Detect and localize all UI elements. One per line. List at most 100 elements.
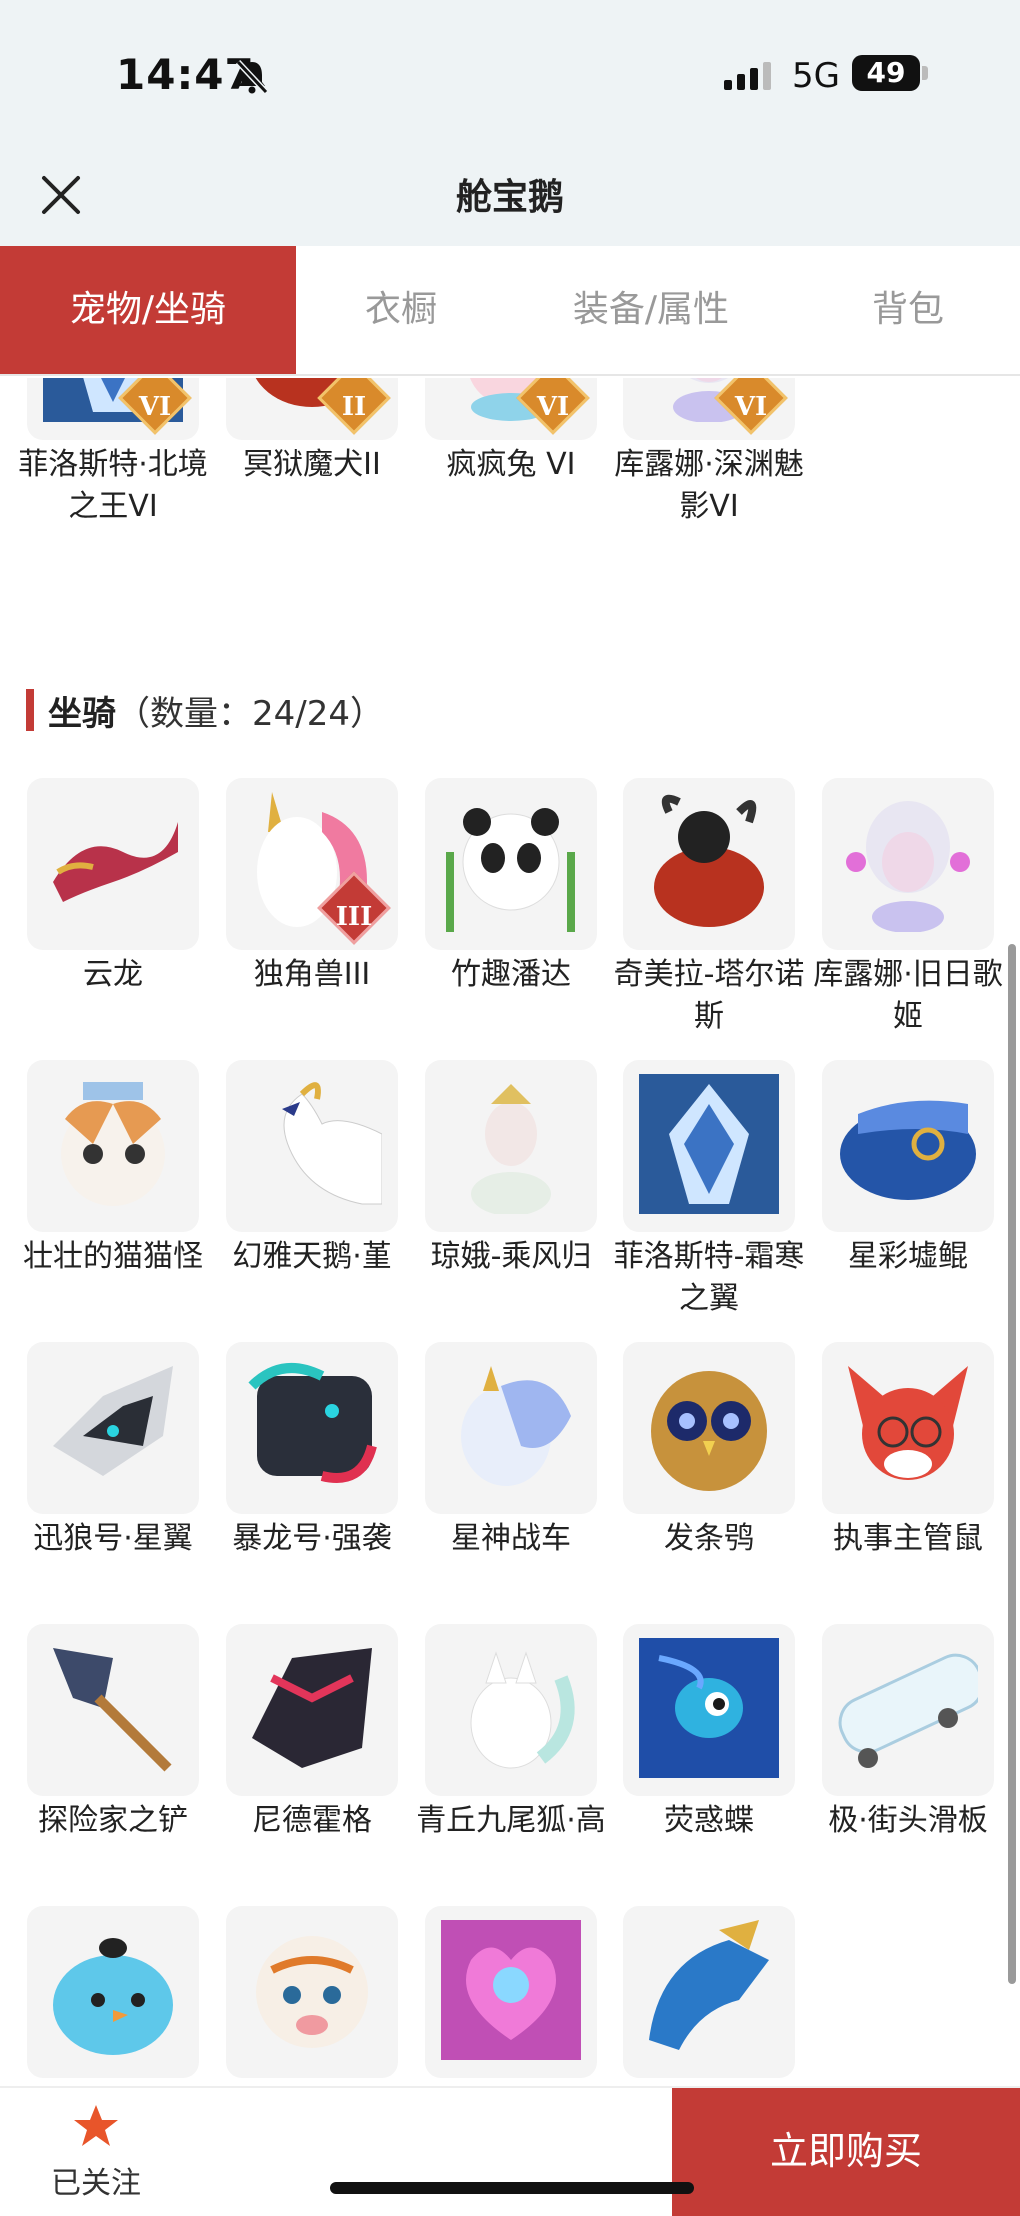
mounts-thumbnail: III xyxy=(226,778,398,950)
mounts-item[interactable]: 迅狼号·星翼 xyxy=(27,1342,199,1560)
mounts-item[interactable]: 幻雅天鹅·堇 xyxy=(226,1060,398,1278)
mounts-item[interactable]: 极·街头滑板 xyxy=(822,1624,994,1842)
bell-muted-icon xyxy=(235,59,269,95)
battery-cap xyxy=(922,66,928,80)
dark-dragon-icon xyxy=(242,1638,382,1778)
mounts-item[interactable]: 探险家之铲 xyxy=(27,1624,199,1842)
mounts-thumbnail xyxy=(623,1624,795,1796)
follow-button[interactable]: 已关注 xyxy=(36,2102,156,2202)
mounts-thumbnail xyxy=(425,1624,597,1796)
whale-icon xyxy=(838,1074,978,1214)
follow-label: 已关注 xyxy=(51,2166,141,2201)
mounts-name: 尼德霍格 xyxy=(252,1803,372,1838)
mounts-thumbnail xyxy=(27,1060,199,1232)
mounts-thumbnail xyxy=(27,1906,199,2078)
mounts-item[interactable]: 执事主管鼠 xyxy=(822,1342,994,1560)
mounts-name: 星彩墟鲲 xyxy=(848,1239,968,1274)
section-accent-bar xyxy=(26,689,34,731)
mounts-thumbnail xyxy=(822,778,994,950)
bottom-bar: 已关注 立即购买 xyxy=(0,2086,1020,2216)
skateboard-icon xyxy=(838,1638,978,1778)
mounts-thumbnail xyxy=(623,1060,795,1232)
mounts-thumbnail xyxy=(27,1624,199,1796)
mounts-thumbnail xyxy=(425,1342,597,1514)
mounts-thumbnail xyxy=(425,1906,597,2078)
pets-item[interactable]: VI 菲洛斯特·北境之王VI xyxy=(18,378,208,528)
rank-label: VI xyxy=(138,392,172,422)
mounts-thumbnail xyxy=(623,1906,795,2078)
mech-dino-icon xyxy=(242,1356,382,1496)
mounts-name: 菲洛斯特-霜寒之翼 xyxy=(613,1239,805,1316)
tiger-icon xyxy=(242,1920,382,2060)
mounts-thumbnail xyxy=(822,1060,994,1232)
page-title: 舱宝鹅 xyxy=(455,177,564,218)
mounts-name: 迅狼号·星翼 xyxy=(33,1521,193,1556)
mounts-item[interactable]: III 独角兽III xyxy=(226,778,398,996)
pets-name: 冥狱魔犬II xyxy=(243,447,381,482)
mounts-name: 竹趣潘达 xyxy=(451,957,571,992)
mounts-item[interactable]: 尼德霍格 xyxy=(226,1624,398,1842)
mounts-item[interactable] xyxy=(623,1906,795,2082)
pets-thumbnail: VI xyxy=(27,378,199,440)
chimera-icon xyxy=(639,792,779,932)
pets-item[interactable]: VI 疯疯兔 VI xyxy=(425,378,597,486)
butler-mouse-icon xyxy=(838,1356,978,1496)
mounts-item[interactable]: 发条鸮 xyxy=(623,1342,795,1560)
blue-dragon-icon xyxy=(639,1920,779,2060)
mounts-name: 星神战车 xyxy=(451,1521,571,1556)
mounts-item[interactable]: 竹趣潘达 xyxy=(425,778,597,996)
mounts-item[interactable]: 荧惑蝶 xyxy=(623,1624,795,1842)
owl-icon xyxy=(639,1356,779,1496)
shovel-icon xyxy=(43,1638,183,1778)
fox-icon xyxy=(441,1638,581,1778)
buy-now-button[interactable]: 立即购买 xyxy=(672,2088,1020,2216)
star-horse-icon xyxy=(441,1356,581,1496)
butterfly-icon xyxy=(639,1638,779,1778)
mounts-item[interactable] xyxy=(425,1906,597,2082)
tab-pets-mounts[interactable]: 宠物/坐骑 xyxy=(0,246,296,374)
pets-item[interactable]: II 冥狱魔犬II xyxy=(226,378,398,486)
mounts-item[interactable]: 壮壮的猫猫怪 xyxy=(23,1060,203,1278)
mounts-thumbnail xyxy=(822,1342,994,1514)
rank-label: VI xyxy=(536,392,570,422)
mounts-item[interactable]: 暴龙号·强袭 xyxy=(226,1342,398,1560)
siren-icon xyxy=(838,792,978,932)
mounts-name: 极·街头滑板 xyxy=(828,1803,988,1838)
mounts-thumbnail xyxy=(226,1342,398,1514)
rank-label: II xyxy=(341,392,367,422)
pets-thumbnail: VI xyxy=(425,378,597,440)
section-title: 坐骑 xyxy=(48,693,116,734)
pets-item[interactable]: VI 库露娜·深渊魅影VI xyxy=(614,378,804,528)
mounts-thumbnail xyxy=(425,778,597,950)
status-bar: 14:47 5G 49 xyxy=(0,0,1020,150)
section-count: （数量：24/24） xyxy=(116,693,384,734)
battery-icon: 49 xyxy=(852,55,920,91)
mounts-item[interactable]: 星彩墟鲲 xyxy=(822,1060,994,1278)
mounts-item[interactable] xyxy=(226,1906,398,2082)
mounts-item[interactable]: 星神战车 xyxy=(425,1342,597,1560)
mounts-item[interactable]: 云龙 xyxy=(27,778,199,996)
mounts-item[interactable]: 青丘九尾狐·高 xyxy=(416,1624,606,1842)
mounts-name: 琼娥-乘风归 xyxy=(430,1239,592,1274)
tab-wardrobe[interactable]: 衣橱 xyxy=(296,246,506,374)
mounts-name: 奇美拉-塔尔诺斯 xyxy=(613,957,805,1034)
mounts-name: 壮壮的猫猫怪 xyxy=(23,1239,203,1274)
mounts-item[interactable]: 菲洛斯特-霜寒之翼 xyxy=(614,1060,804,1320)
mounts-thumbnail xyxy=(226,1906,398,2078)
mounts-name: 探险家之铲 xyxy=(38,1803,188,1838)
scrollbar[interactable] xyxy=(1008,944,1016,1984)
mounts-item[interactable]: 奇美拉-塔尔诺斯 xyxy=(614,778,804,1038)
mounts-name: 执事主管鼠 xyxy=(833,1521,983,1556)
content-area[interactable]: VI 菲洛斯特·北境之王VI II 冥狱魔犬II VI 疯疯兔 VI VI 库露娜·深渊魅影V… xyxy=(0,378,1020,2086)
mounts-name: 云龙 xyxy=(83,957,143,992)
tab-backpack[interactable]: 背包 xyxy=(796,246,1020,374)
mounts-thumbnail xyxy=(27,1342,199,1514)
mounts-item[interactable]: 库露娜·旧日歌姬 xyxy=(813,778,1003,1038)
mounts-item[interactable]: 琼娥-乘风归 xyxy=(425,1060,597,1278)
fairy-icon xyxy=(441,1074,581,1214)
tab-equipment[interactable]: 装备/属性 xyxy=(506,246,796,374)
mounts-item[interactable] xyxy=(27,1906,199,2082)
mounts-thumbnail xyxy=(27,778,199,950)
blue-bird-icon xyxy=(43,1920,183,2060)
mounts-section-header: 坐骑 （数量：24/24） xyxy=(26,688,384,734)
